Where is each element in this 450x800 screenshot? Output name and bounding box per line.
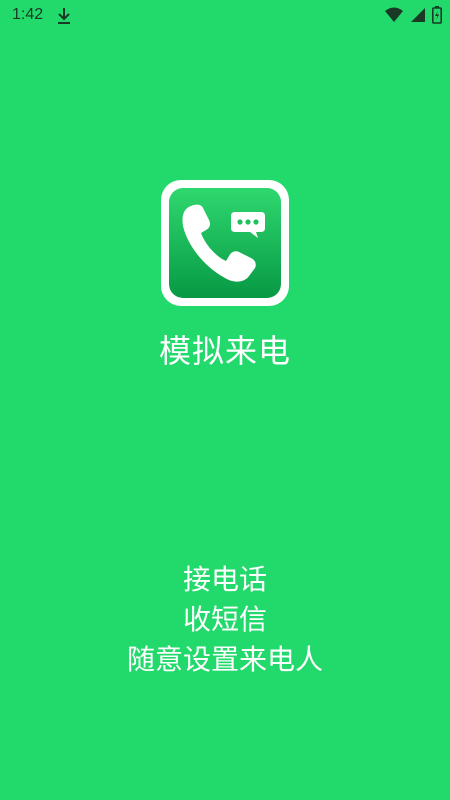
feature-receive-sms: 收短信	[182, 603, 267, 636]
app-title: 模拟来电	[158, 332, 291, 370]
download-icon	[58, 8, 70, 24]
status-time: 1:42	[12, 6, 44, 23]
wifi-icon	[385, 7, 403, 22]
status-icons	[384, 6, 442, 24]
feature-list: 接电话 收短信 随意设置来电人	[0, 560, 450, 680]
status-bar: 1:42	[0, 0, 450, 32]
feature-custom-caller: 随意设置来电人	[126, 643, 323, 676]
feature-answer-calls: 接电话	[182, 563, 267, 596]
signal-icon	[411, 8, 425, 22]
battery-icon	[432, 6, 442, 24]
phone-with-message-icon	[161, 180, 289, 306]
